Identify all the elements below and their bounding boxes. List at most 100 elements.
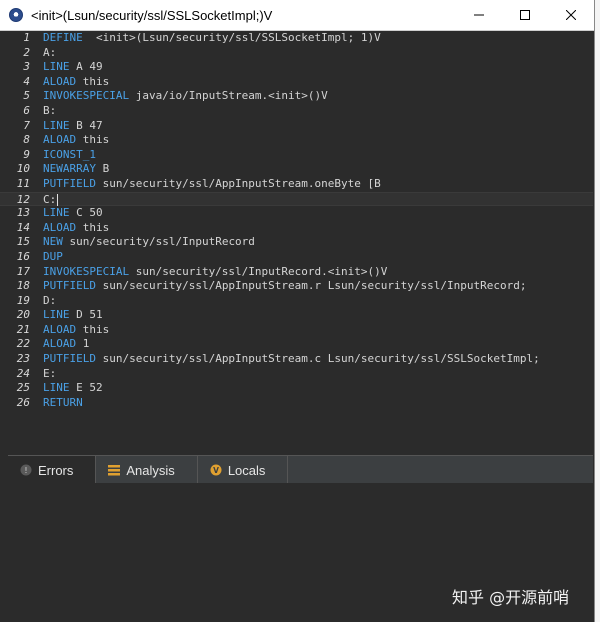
code-line[interactable]: 13 LINE C 50 [0, 206, 593, 221]
line-code: D: [43, 294, 56, 309]
code-editor[interactable]: 1 DEFINE <init>(Lsun/security/ssl/SSLSock… [0, 31, 593, 450]
line-number: 5 [23, 89, 30, 103]
opcode-token: LINE [43, 381, 70, 395]
opcode-token: INVOKESPECIAL [43, 89, 130, 103]
code-line[interactable]: 20 LINE D 51 [0, 308, 593, 323]
operand-token: sun/security/ssl/InputRecord.<init>()V [129, 264, 388, 278]
code-line[interactable]: 11 PUTFIELD sun/security/ssl/AppInputStre… [0, 177, 593, 192]
line-code: INVOKESPECIAL sun/security/ssl/InputReco… [43, 265, 387, 280]
opcode-token: ICONST_1 [43, 147, 96, 161]
code-line[interactable]: 5 INVOKESPECIAL java/io/InputStream.<init… [0, 89, 593, 104]
code-line[interactable]: 10 NEWARRAY B [0, 162, 593, 177]
line-code: ICONST_1 [43, 148, 96, 163]
line-number: 25 [16, 381, 30, 395]
line-code: NEWARRAY B [43, 162, 109, 177]
operand-token: sun/security/ssl/AppInputStream.c Lsun/s… [95, 352, 540, 366]
title-bar[interactable]: <init>(Lsun/security/ssl/SSLSocketImpl;)… [0, 0, 594, 31]
opcode-token: NEWARRAY [43, 162, 96, 176]
code-line[interactable]: 6 B: [0, 104, 593, 119]
line-code: C: [43, 192, 59, 208]
code-line[interactable]: 7 LINE B 47 [0, 119, 593, 134]
minimize-icon [474, 14, 484, 16]
line-number: 17 [16, 264, 30, 278]
code-line[interactable]: 23 PUTFIELD sun/security/ssl/AppInputStre… [0, 352, 593, 367]
line-code: RETURN [43, 396, 83, 411]
operand-token: A 49 [69, 60, 103, 74]
tab-errors[interactable]: ! Errors [8, 456, 97, 484]
tab-analysis[interactable]: Analysis [96, 456, 198, 484]
operand-token: D 51 [69, 308, 103, 322]
line-code: DEFINE <init>(Lsun/security/ssl/SSLSocke… [43, 31, 381, 46]
line-code: LINE D 51 [43, 308, 103, 323]
line-number: 19 [16, 293, 30, 307]
code-lines: 1 DEFINE <init>(Lsun/security/ssl/SSLSock… [0, 31, 593, 410]
code-line[interactable]: 1 DEFINE <init>(Lsun/security/ssl/SSLSock… [0, 31, 593, 46]
tab-label: Errors [38, 462, 74, 478]
line-number: 11 [16, 176, 30, 190]
code-line[interactable]: 24 E: [0, 367, 593, 382]
operand-token: D: [43, 293, 57, 307]
line-number: 16 [16, 249, 30, 263]
operand-token: 1 [76, 337, 90, 351]
line-code: LINE B 47 [43, 119, 103, 134]
code-line[interactable]: 21 ALOAD this [0, 323, 593, 338]
operand-token: <init>(Lsun/security/ssl/SSLSocketImpl; … [82, 31, 381, 44]
opcode-token: ALOAD [43, 322, 77, 336]
analysis-icon [108, 464, 121, 476]
opcode-token: LINE [43, 206, 70, 220]
maximize-icon [520, 10, 530, 20]
code-line[interactable]: 12 C: [0, 191, 593, 208]
code-line[interactable]: 14 ALOAD this [0, 221, 593, 236]
line-code: ALOAD this [43, 133, 109, 148]
code-line[interactable]: 9 ICONST_1 [0, 148, 593, 163]
code-line[interactable]: 16 DUP [0, 250, 593, 265]
tab-label: Locals [227, 462, 266, 478]
code-line[interactable]: 25 LINE E 52 [0, 381, 593, 396]
line-number: 8 [23, 133, 30, 147]
line-code: LINE E 52 [43, 381, 103, 396]
line-number: 4 [23, 74, 30, 88]
line-code: PUTFIELD sun/security/ssl/AppInputStream… [43, 279, 526, 294]
opcode-token: ALOAD [43, 220, 77, 234]
close-button[interactable] [548, 0, 594, 30]
code-line[interactable]: 15 NEW sun/security/ssl/InputRecord [0, 235, 593, 250]
code-line[interactable]: 22 ALOAD 1 [0, 337, 593, 352]
operand-token: E: [43, 366, 57, 380]
line-code: ALOAD 1 [43, 337, 89, 352]
line-number: 2 [23, 45, 30, 59]
code-line[interactable]: 3 LINE A 49 [0, 60, 593, 75]
code-line[interactable]: 19 D: [0, 294, 593, 309]
operand-token: sun/security/ssl/AppInputStream.oneByte … [95, 176, 381, 190]
line-code: DUP [43, 250, 63, 265]
code-line[interactable]: 26 RETURN [0, 396, 593, 411]
code-line[interactable]: 2 A: [0, 46, 593, 61]
line-number: 18 [16, 279, 30, 293]
line-code: B: [43, 104, 56, 119]
line-number: 13 [16, 206, 30, 220]
line-number: 9 [23, 147, 30, 161]
opcode-token: PUTFIELD [43, 352, 96, 366]
line-number: 20 [16, 308, 30, 322]
code-line[interactable]: 18 PUTFIELD sun/security/ssl/AppInputStre… [0, 279, 593, 294]
line-number: 24 [16, 366, 30, 380]
line-code: INVOKESPECIAL java/io/InputStream.<init>… [43, 89, 328, 104]
opcode-token: ALOAD [43, 133, 77, 147]
bottom-tab-bar: ! Errors Analysis V Locals [8, 455, 593, 484]
line-number: 1 [23, 31, 30, 44]
line-number: 7 [23, 118, 30, 132]
line-code: E: [43, 367, 56, 382]
operand-token: C: [43, 192, 57, 206]
code-line[interactable]: 4 ALOAD this [0, 75, 593, 90]
code-line[interactable]: 8 ALOAD this [0, 133, 593, 148]
minimize-button[interactable] [456, 0, 502, 30]
line-number: 10 [16, 162, 30, 176]
line-number: 6 [23, 103, 30, 117]
tab-locals[interactable]: V Locals [198, 456, 289, 484]
code-line[interactable]: 17 INVOKESPECIAL sun/security/ssl/InputRe… [0, 265, 593, 280]
opcode-token: PUTFIELD [43, 279, 96, 293]
operand-token: this [76, 74, 110, 88]
line-code: ALOAD this [43, 75, 109, 90]
line-number: 22 [16, 337, 30, 351]
maximize-button[interactable] [502, 0, 548, 30]
close-icon [566, 10, 576, 20]
